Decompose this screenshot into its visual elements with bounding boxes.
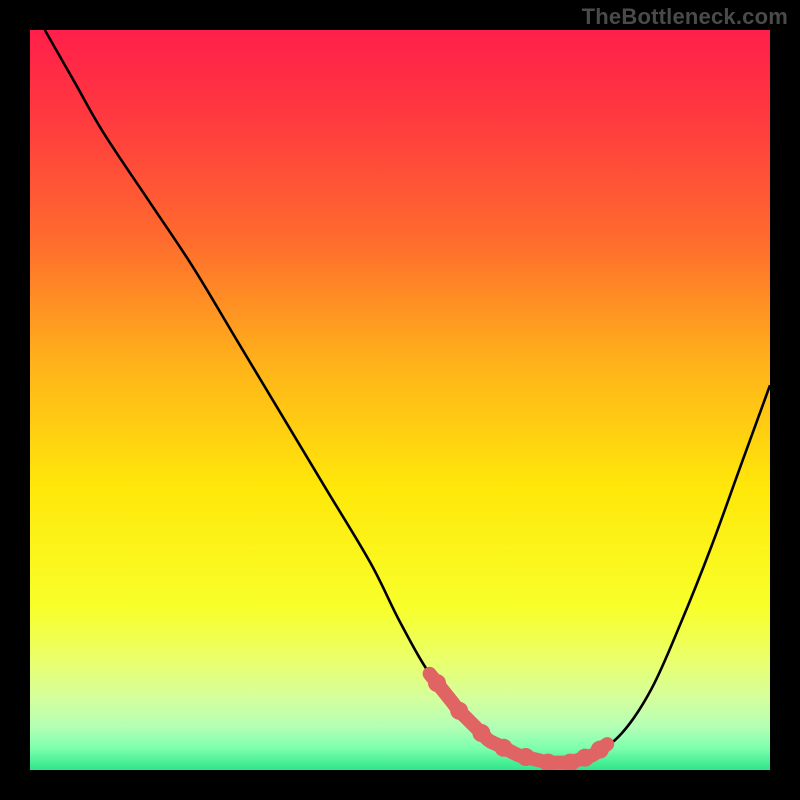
watermark-text: TheBottleneck.com [582,4,788,30]
optimal-dot [591,741,609,759]
optimal-dot [428,674,446,692]
optimal-dot [472,724,490,742]
optimal-dot [517,748,535,766]
chart-stage: TheBottleneck.com [0,0,800,800]
optimal-dot [539,754,557,772]
optimal-dot [450,702,468,720]
optimal-dot [495,739,513,757]
plot-gradient-background [30,30,770,770]
bottleneck-chart [0,0,800,800]
